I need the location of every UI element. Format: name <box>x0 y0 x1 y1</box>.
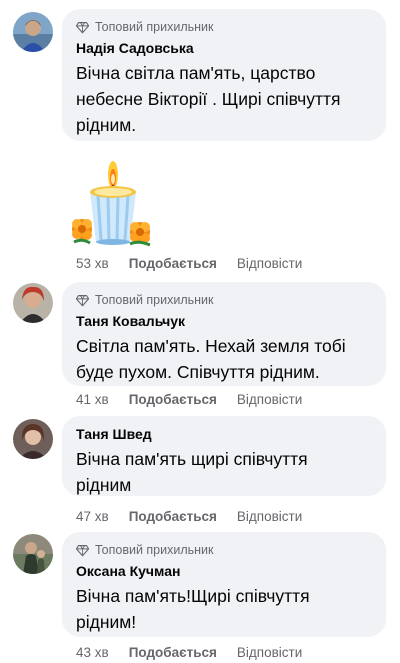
top-fan-badge: Топовий прихильник <box>76 541 374 559</box>
comment-actions: 41 хв Подобається Відповісти <box>76 390 302 408</box>
like-button[interactable]: Подобається <box>129 509 217 524</box>
comment-time[interactable]: 53 хв <box>76 256 109 271</box>
comment-actions: 53 хв Подобається Відповісти <box>76 254 302 272</box>
comment-author[interactable]: Надія Садовська <box>76 39 374 58</box>
comment-line: рідним! <box>76 612 137 632</box>
comment-line: Вічна світла пам'ять, царство <box>76 63 316 83</box>
comment-text: Світла пам'ять. Нехай земля тобі буде пу… <box>76 333 374 385</box>
comment-actions: 43 хв Подобається Відповісти <box>76 643 302 661</box>
diamond-icon <box>76 21 89 33</box>
comment-line: рідним <box>76 475 132 495</box>
comment-line: рідним. <box>76 115 137 135</box>
comment-text: Вічна пам'ять щирі співчуття рідним <box>76 446 374 498</box>
badge-label: Топовий прихильник <box>95 543 214 557</box>
avatar[interactable] <box>13 419 53 459</box>
diamond-icon <box>76 294 89 306</box>
reply-button[interactable]: Відповісти <box>237 509 302 524</box>
avatar[interactable] <box>13 12 53 52</box>
top-fan-badge: Топовий прихильник <box>76 291 374 309</box>
avatar[interactable] <box>13 283 53 323</box>
comment-bubble: Топовий прихильник Надія Садовська Вічна… <box>62 9 386 141</box>
comment-actions: 47 хв Подобається Відповісти <box>76 507 302 525</box>
comment-time[interactable]: 47 хв <box>76 509 109 524</box>
comment-bubble: Топовий прихильник Оксана Кучман Вічна п… <box>62 532 386 637</box>
comment-author[interactable]: Оксана Кучман <box>76 562 374 581</box>
comment-line: буде пухом. Співчуття рідним. <box>76 362 320 382</box>
comment-text: Вічна світла пам'ять, царство небесне Ві… <box>76 60 374 138</box>
comment-line: Вічна пам'ять!Щирі співчуття <box>76 586 310 606</box>
reply-button[interactable]: Відповісти <box>237 256 302 271</box>
like-button[interactable]: Подобається <box>129 392 217 407</box>
comment-bubble: Топовий прихильник Таня Ковальчук Світла… <box>62 282 386 386</box>
comment-text: Вічна пам'ять!Щирі співчуття рідним! <box>76 583 374 635</box>
comment-line: Вічна пам'ять щирі співчуття <box>76 449 308 469</box>
badge-label: Топовий прихильник <box>95 20 214 34</box>
comment-time[interactable]: 43 хв <box>76 645 109 660</box>
top-fan-badge: Топовий прихильник <box>76 18 374 36</box>
avatar[interactable] <box>13 534 53 574</box>
comment-time[interactable]: 41 хв <box>76 392 109 407</box>
reply-button[interactable]: Відповісти <box>237 392 302 407</box>
reply-button[interactable]: Відповісти <box>237 645 302 660</box>
like-button[interactable]: Подобається <box>129 645 217 660</box>
like-button[interactable]: Подобається <box>129 256 217 271</box>
memorial-candle-sticker <box>68 144 154 250</box>
comment-line: Світла пам'ять. Нехай земля тобі <box>76 336 346 356</box>
comment-line: небесне Вікторії . Щирі співчуття <box>76 89 341 109</box>
comment-author[interactable]: Таня Швед <box>76 425 374 444</box>
badge-label: Топовий прихильник <box>95 293 214 307</box>
comment-author[interactable]: Таня Ковальчук <box>76 312 374 331</box>
comments-thread: Топовий прихильник Надія Садовська Вічна… <box>0 0 400 663</box>
comment-bubble: Таня Швед Вічна пам'ять щирі співчуття р… <box>62 416 386 496</box>
diamond-icon <box>76 544 89 556</box>
